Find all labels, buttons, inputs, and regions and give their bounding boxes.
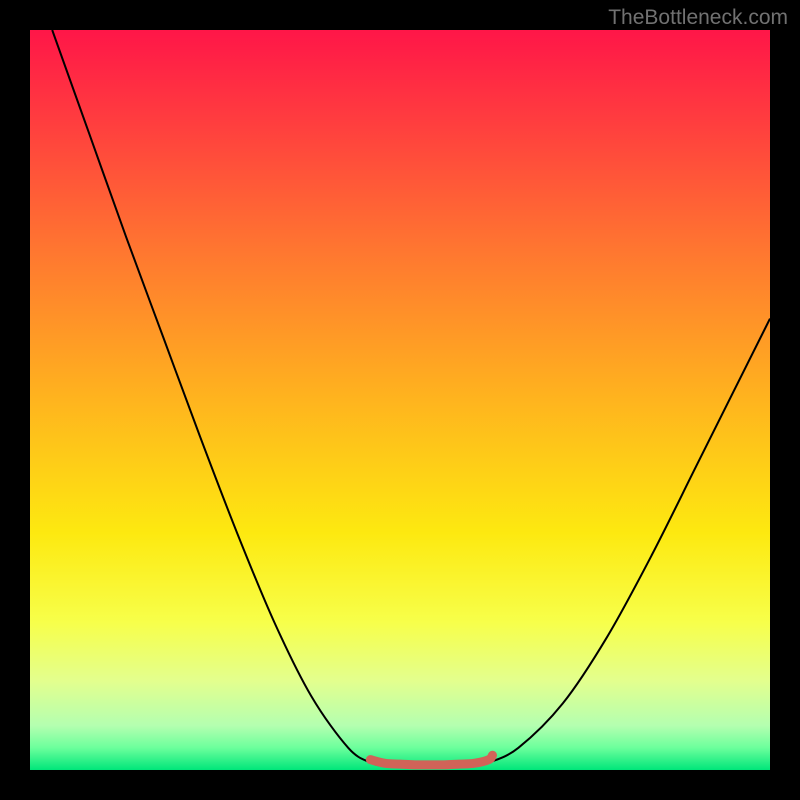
watermark-text: TheBottleneck.com bbox=[608, 6, 788, 30]
valley-floor-marker bbox=[370, 755, 492, 765]
curve-layer bbox=[30, 30, 770, 770]
plot-area bbox=[30, 30, 770, 770]
right-valley-curve bbox=[474, 319, 770, 767]
left-valley-curve bbox=[52, 30, 385, 766]
